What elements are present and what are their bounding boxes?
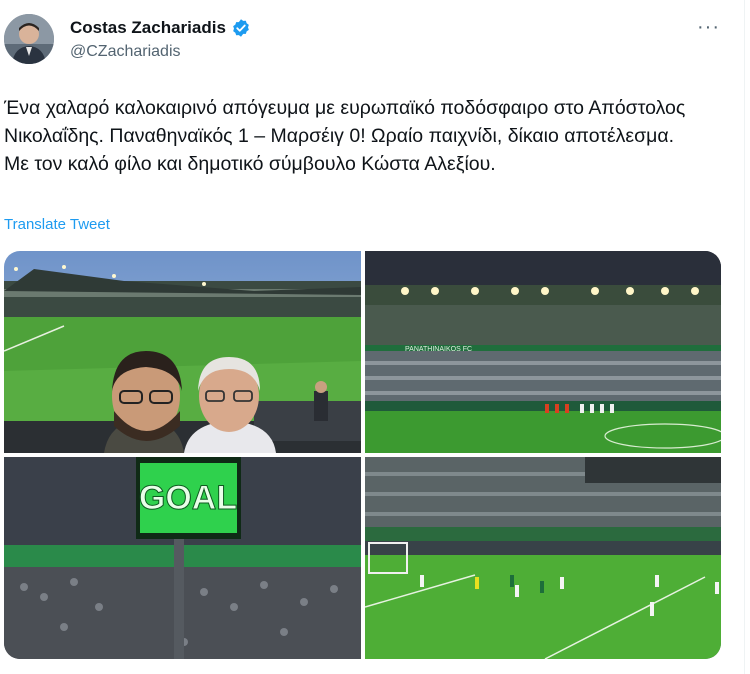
photo-stadium-lineup[interactable]: PANATHINAIKOS FC — [365, 251, 721, 453]
goal-sign-text: GOAL — [139, 479, 237, 517]
photo-goal-sign[interactable]: GOAL — [4, 457, 361, 659]
translate-tweet-link[interactable]: Translate Tweet — [4, 216, 110, 233]
photo-grid: PANATHINAIKOS FC GOAL — [4, 251, 721, 659]
author-handle[interactable]: @CZachariadis — [70, 43, 181, 61]
tweet-card: Costas Zachariadis @CZachariadis ··· Ένα… — [0, 0, 745, 674]
photo-selfie[interactable] — [4, 251, 361, 453]
author-name[interactable]: Costas Zachariadis — [70, 18, 226, 38]
avatar[interactable] — [4, 14, 54, 64]
verified-badge-icon — [233, 19, 249, 37]
tweet-text: Ένα χαλαρό καλοκαιρινό απόγευμα με ευρωπ… — [4, 97, 686, 175]
more-options-icon[interactable]: ··· — [697, 16, 720, 39]
photo-match-play[interactable] — [365, 457, 721, 659]
author-name-row[interactable]: Costas Zachariadis — [70, 18, 251, 38]
